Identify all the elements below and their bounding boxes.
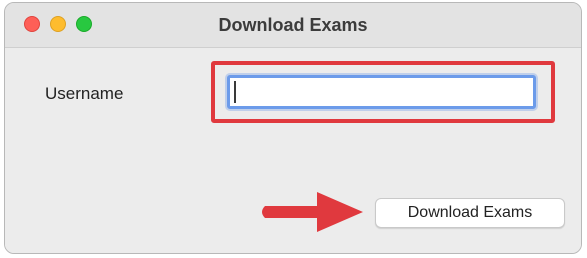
right-arrow-icon	[262, 192, 363, 232]
window-title: Download Exams	[218, 15, 368, 35]
text-caret	[234, 81, 236, 103]
username-label: Username	[45, 84, 124, 103]
form-area: Username Download Exams	[5, 48, 581, 253]
title-bar: Download Exams	[5, 3, 581, 48]
app-window: Download Exams Username Download Exams	[4, 2, 582, 254]
username-input[interactable]	[227, 75, 536, 109]
download-exams-button[interactable]: Download Exams	[375, 198, 565, 228]
